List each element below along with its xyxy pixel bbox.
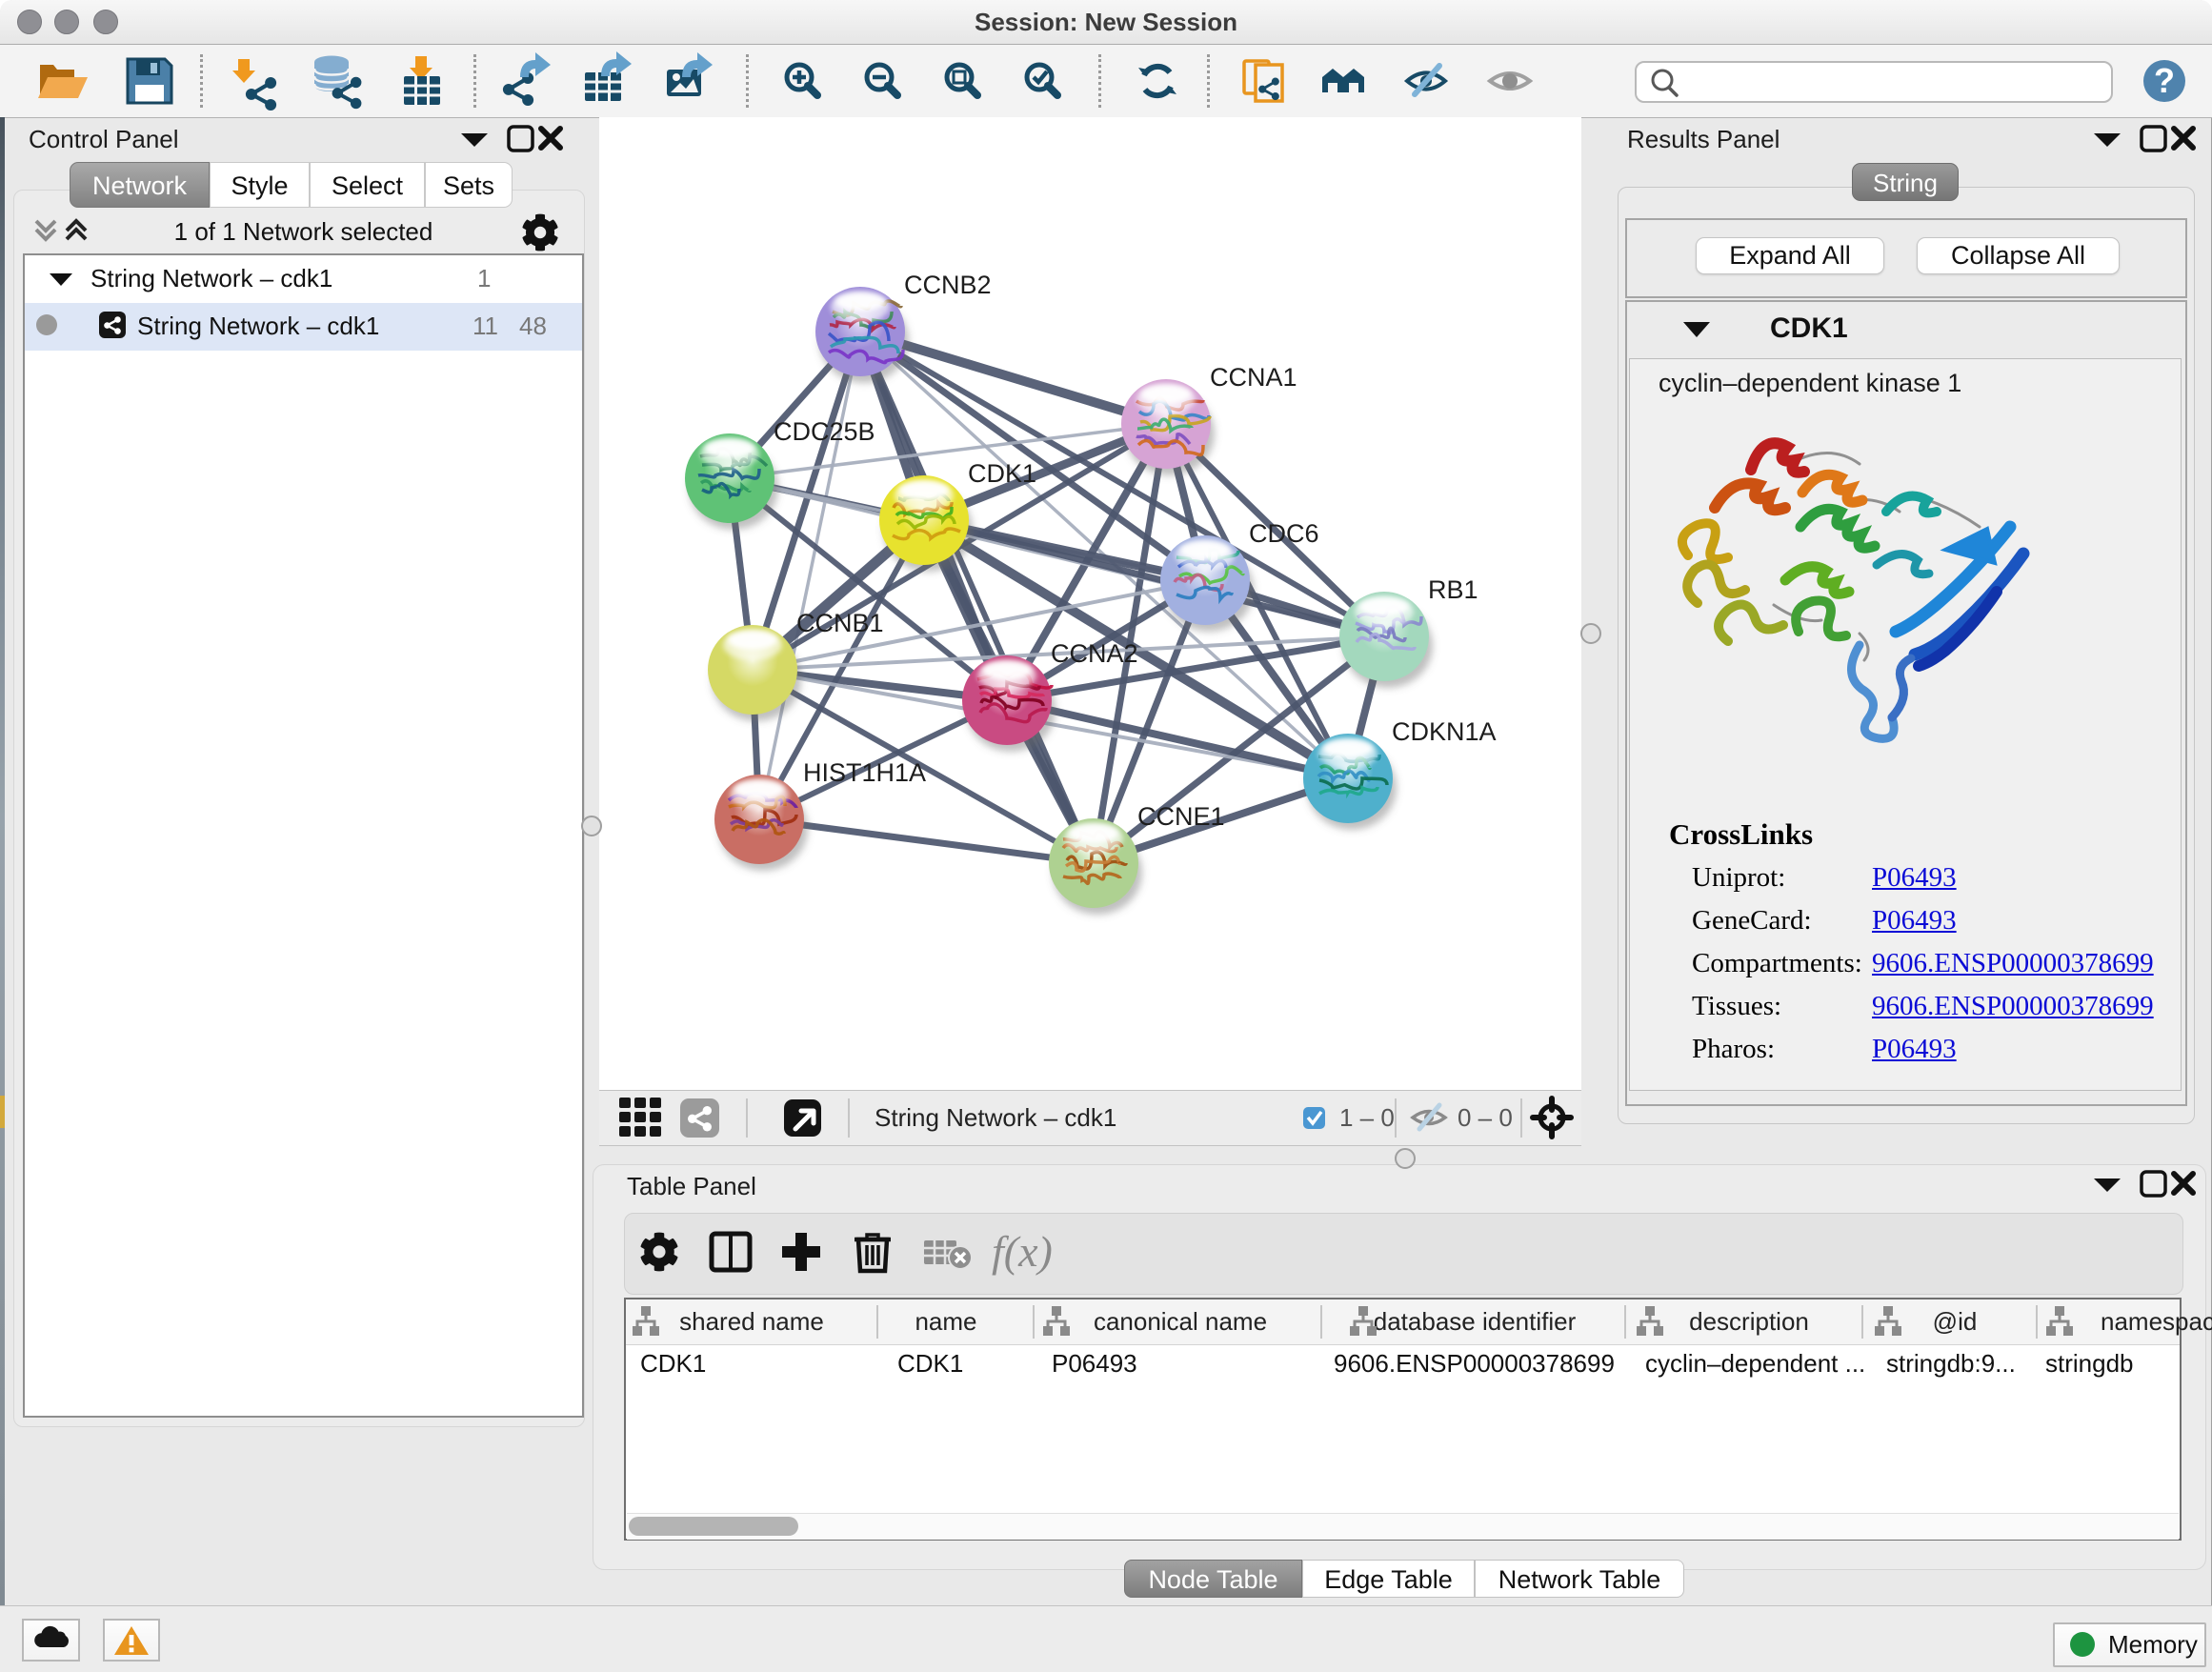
svg-text:CCNB2: CCNB2 [904, 271, 992, 299]
svg-text:RB1: RB1 [1428, 575, 1478, 604]
svg-text:CCNB1: CCNB1 [796, 609, 884, 637]
svg-text:CDC25B: CDC25B [774, 417, 875, 446]
svg-text:CDKN1A: CDKN1A [1392, 717, 1497, 746]
svg-text:CCNA1: CCNA1 [1210, 363, 1297, 392]
svg-text:HIST1H1A: HIST1H1A [803, 758, 926, 787]
svg-text:CDC6: CDC6 [1249, 519, 1319, 548]
svg-text:?: ? [2154, 61, 2175, 100]
svg-text:CCNA2: CCNA2 [1051, 639, 1138, 668]
svg-text:CDK1: CDK1 [968, 459, 1036, 488]
svg-text:f(x): f(x) [992, 1227, 1053, 1276]
svg-text:CCNE1: CCNE1 [1137, 802, 1225, 831]
